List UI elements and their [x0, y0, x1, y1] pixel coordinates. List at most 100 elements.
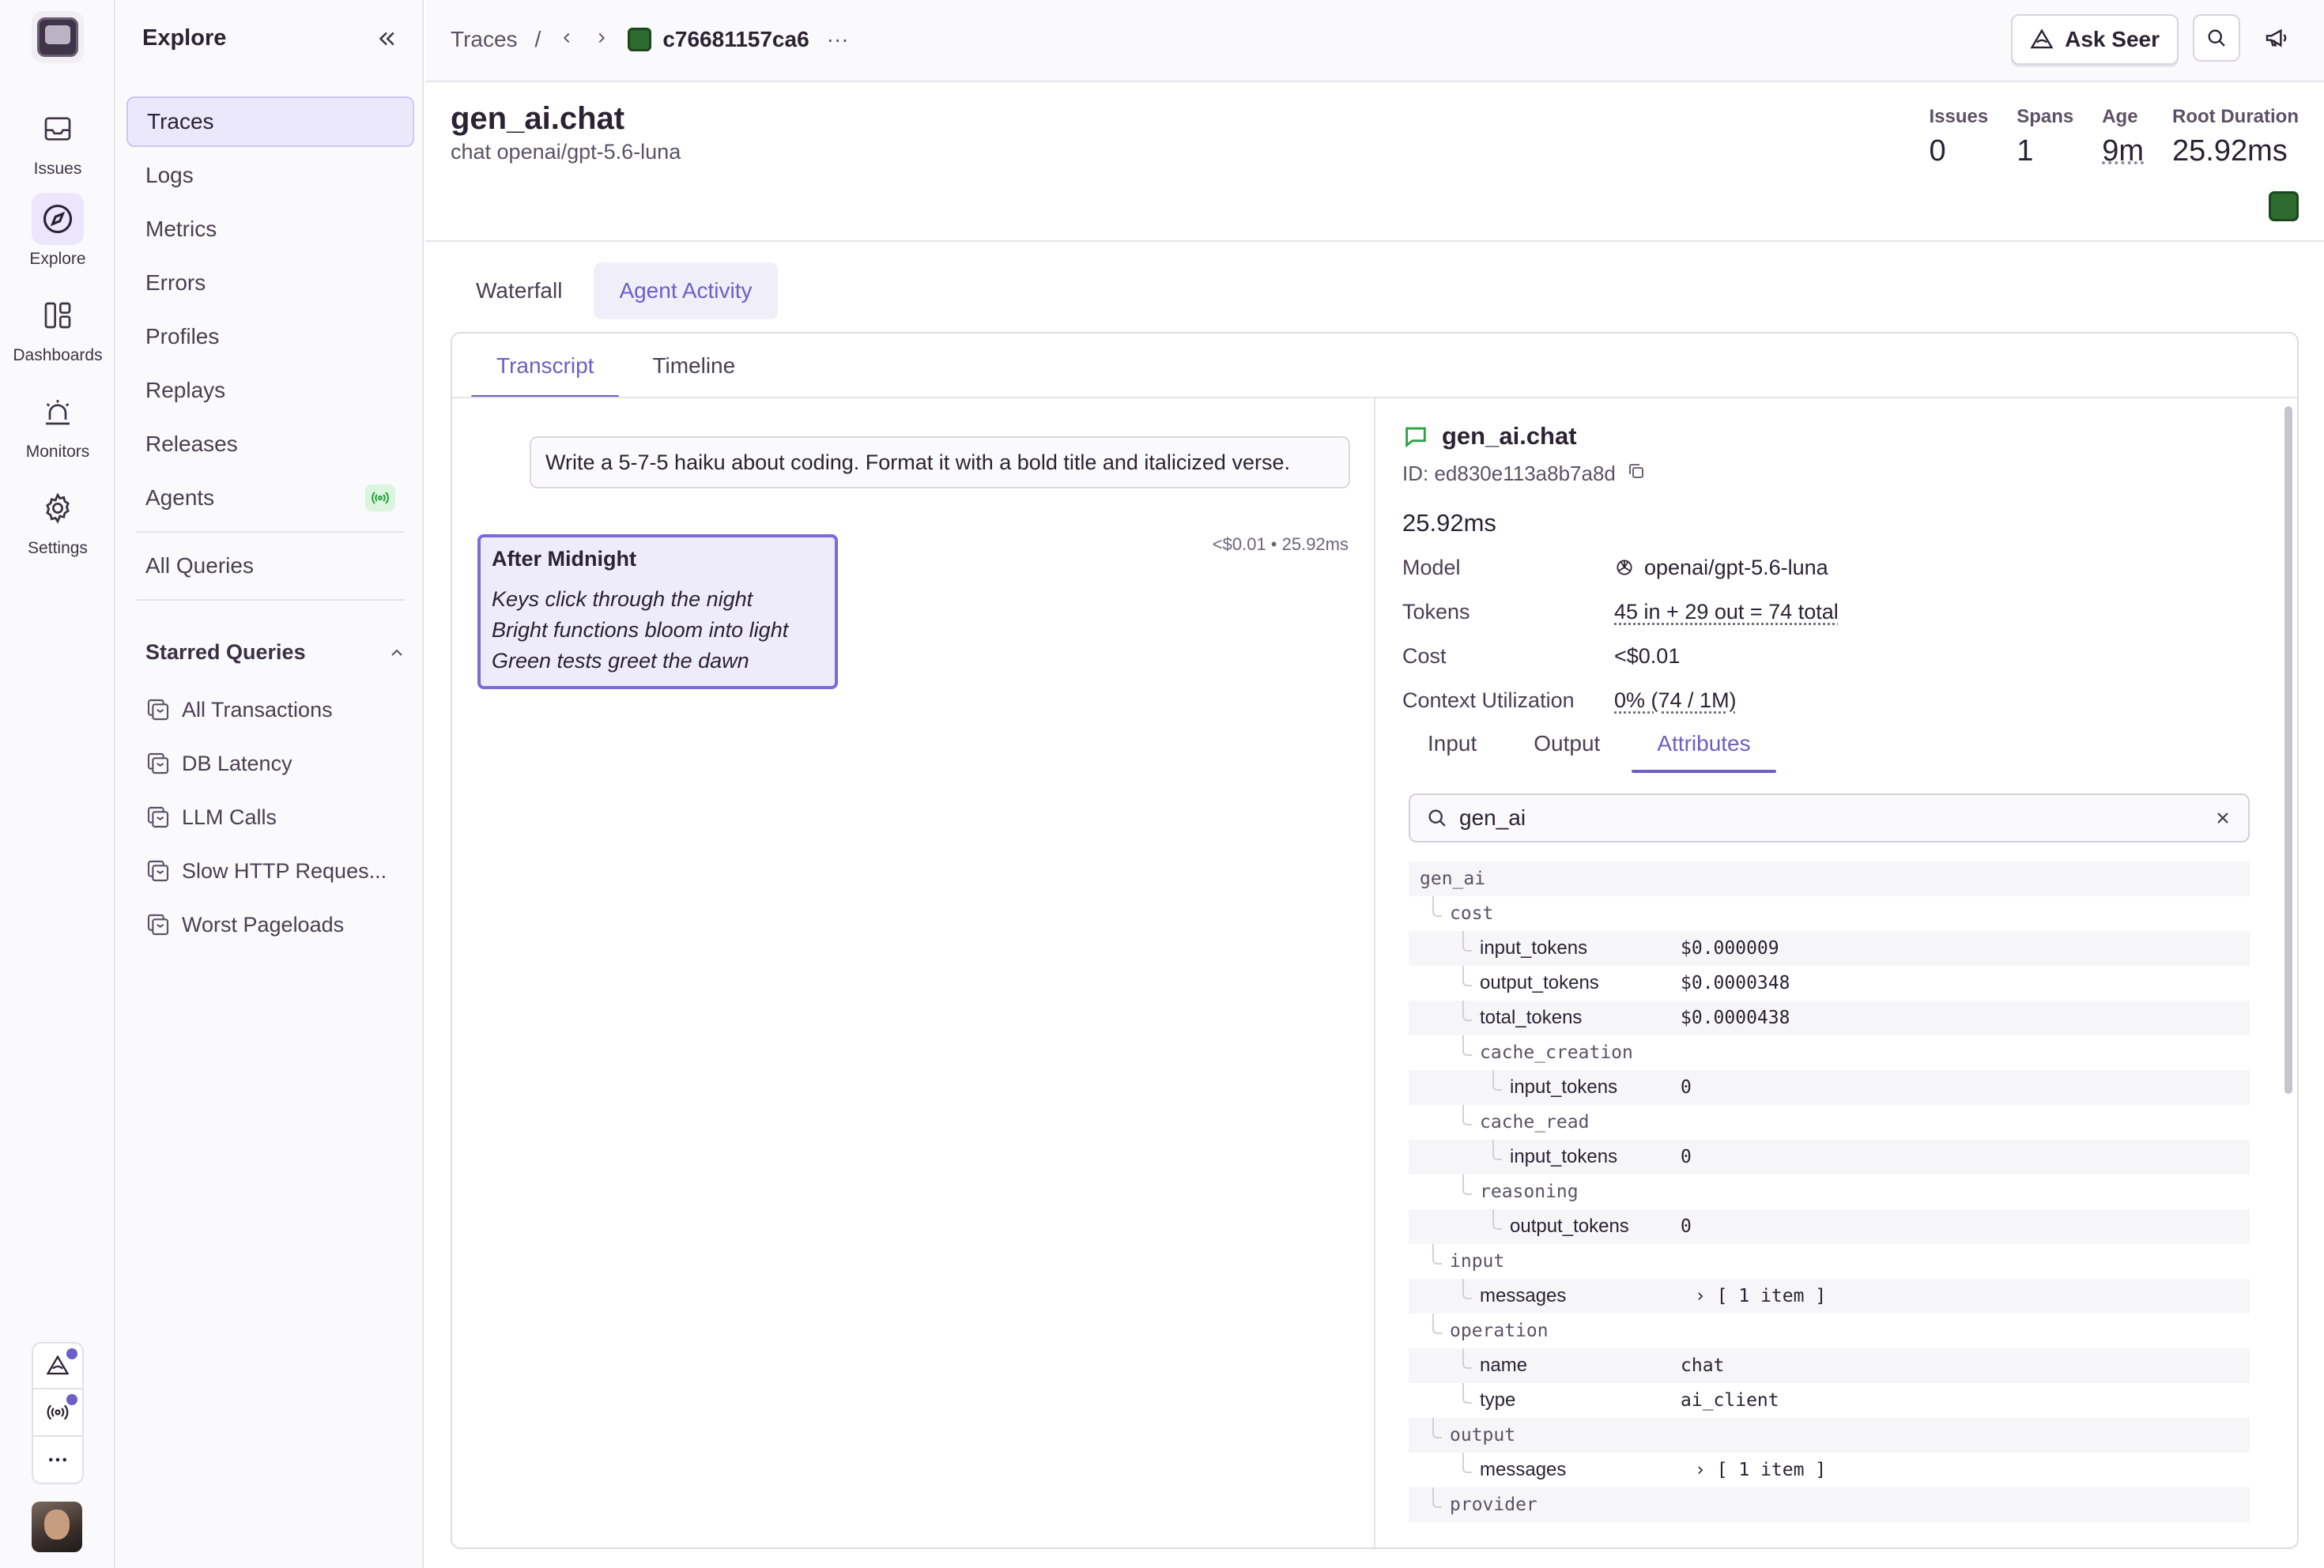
- rail-item-explore[interactable]: Explore: [0, 193, 115, 269]
- rail-item-settings[interactable]: Settings: [0, 482, 115, 558]
- project-icon[interactable]: [2269, 191, 2299, 221]
- tab-waterfall[interactable]: Waterfall: [451, 262, 587, 319]
- starred-query-item[interactable]: DB Latency: [145, 737, 414, 790]
- seer-button[interactable]: [32, 1342, 84, 1389]
- assistant-message[interactable]: After Midnight Keys click through the ni…: [477, 534, 838, 689]
- span-details-pane: gen_ai.chat ID: ed830e113a8b7a8d 25.92ms…: [1377, 398, 2297, 1547]
- tab-output[interactable]: Output: [1508, 714, 1625, 773]
- attribute-value: ai_client: [1681, 1390, 1779, 1411]
- summary-value[interactable]: 45 in + 29 out = 74 total: [1614, 600, 1839, 624]
- attribute-row: output_tokens $0.0000348: [1409, 966, 2250, 1001]
- rail-item-monitors[interactable]: Monitors: [0, 386, 115, 462]
- rail-label: Issues: [33, 160, 82, 178]
- sidebar-item-label: Traces: [147, 109, 214, 134]
- user-avatar[interactable]: [32, 1502, 82, 1552]
- summary-key: Cost: [1402, 643, 1447, 668]
- tab-timeline[interactable]: Timeline: [627, 334, 760, 398]
- tab-input[interactable]: Input: [1402, 714, 1502, 773]
- attribute-value[interactable]: › [ 1 item ]: [1695, 1286, 1826, 1306]
- sidebar-divider: [136, 531, 405, 533]
- sidebar-item-profiles[interactable]: Profiles: [126, 311, 414, 362]
- collapse-sidebar-button[interactable]: [375, 27, 398, 55]
- attribute-group-row: cost: [1409, 896, 2250, 931]
- broadcast-icon: [47, 1404, 69, 1420]
- tab-transcript[interactable]: Transcript: [471, 334, 620, 398]
- attribute-row[interactable]: messages › [ 1 item ]: [1409, 1279, 2250, 1314]
- details-scrollbar[interactable]: [2284, 406, 2292, 1094]
- trace-stats: Issues 0 Spans 1 Age 9m Root Duration 25.92m…: [1929, 106, 2299, 168]
- rail-label: Explore: [29, 250, 86, 268]
- attribute-value: chat: [1681, 1355, 1725, 1376]
- attribute-group-row: gen_ai: [1409, 861, 2250, 896]
- copy-id-button[interactable]: [1627, 462, 1646, 486]
- more-actions-button[interactable]: ···: [827, 27, 849, 52]
- breadcrumb-traces-link[interactable]: Traces: [451, 27, 518, 52]
- attribute-name: output: [1450, 1425, 1516, 1446]
- header-divider: [425, 240, 2324, 242]
- attribute-group-row: provider: [1409, 1487, 2250, 1522]
- tree-guide-line: [1462, 1348, 1472, 1369]
- search-button[interactable]: [2193, 14, 2240, 62]
- notification-dot: [66, 1348, 77, 1359]
- broadcasts-button[interactable]: [2253, 14, 2300, 62]
- sidebar-item-traces[interactable]: Traces: [126, 96, 414, 147]
- attribute-name: messages: [1480, 1459, 1567, 1480]
- summary-value[interactable]: 0% (74 / 1M): [1614, 688, 1737, 713]
- attribute-name: cache_creation: [1480, 1042, 1633, 1063]
- attribute-row: type ai_client: [1409, 1383, 2250, 1418]
- sidebar-item-metrics[interactable]: Metrics: [126, 204, 414, 254]
- sidebar-item-replays[interactable]: Replays: [126, 365, 414, 416]
- seer-eye-icon: [2030, 28, 2054, 49]
- starred-query-item[interactable]: Worst Pageloads: [145, 898, 414, 952]
- broadcast-button[interactable]: [32, 1389, 84, 1437]
- chat-bubble-icon: [1405, 427, 1426, 448]
- starred-queries-list: All Transactions DB Latency LLM Calls Sl…: [145, 683, 414, 952]
- sidebar-item-label: Releases: [145, 432, 238, 456]
- copy-icon: [1628, 464, 1643, 478]
- tree-guide-line: [1462, 1453, 1472, 1473]
- attribute-name: cache_read: [1480, 1112, 1590, 1133]
- seer-eye-icon: [46, 1355, 70, 1375]
- ellipsis-icon: [49, 1457, 66, 1462]
- sidebar-item-errors[interactable]: Errors: [126, 258, 414, 308]
- attribute-name: cost: [1450, 903, 1494, 924]
- attribute-row: input_tokens $0.000009: [1409, 931, 2250, 966]
- live-badge: [365, 484, 395, 511]
- ask-seer-button[interactable]: Ask Seer: [2011, 14, 2179, 65]
- attribute-row: total_tokens $0.0000438: [1409, 1001, 2250, 1035]
- attribute-value[interactable]: › [ 1 item ]: [1695, 1460, 1826, 1480]
- sidebar-nav: Traces Logs Metrics Errors Profiles Repl…: [126, 96, 414, 609]
- tab-agent-activity[interactable]: Agent Activity: [594, 262, 778, 319]
- summary-row-tokens: Tokens 45 in + 29 out = 74 total: [1402, 590, 2272, 634]
- sidebar-item-logs[interactable]: Logs: [126, 150, 414, 201]
- sidebar-item-all-queries[interactable]: All Queries: [126, 541, 414, 591]
- starred-query-item[interactable]: All Transactions: [145, 683, 414, 737]
- span-summary: Model openai/gpt-5.6-luna Tokens 45 in +…: [1402, 545, 2272, 722]
- ask-seer-label: Ask Seer: [2065, 27, 2160, 51]
- close-icon[interactable]: [2213, 808, 2232, 827]
- rail-item-issues[interactable]: Issues: [0, 103, 115, 179]
- trace-header: gen_ai.chat chat openai/gpt-5.6-luna: [451, 101, 681, 164]
- compass-icon: [32, 193, 84, 245]
- attribute-name: total_tokens: [1480, 1007, 1583, 1028]
- starred-queries-header[interactable]: Starred Queries: [145, 640, 406, 665]
- next-trace-button[interactable]: [593, 27, 610, 52]
- org-logo-button[interactable]: [32, 11, 84, 63]
- saved-query-icon: [147, 914, 169, 936]
- sidebar-item-releases[interactable]: Releases: [126, 419, 414, 469]
- prev-trace-button[interactable]: [558, 27, 575, 52]
- main-content: Traces / c76681157ca6 ··· Ask Seer gen_a…: [425, 0, 2324, 1568]
- summary-value: <$0.01: [1614, 643, 1681, 668]
- attribute-row[interactable]: messages › [ 1 item ]: [1409, 1453, 2250, 1487]
- rail-item-dashboards[interactable]: Dashboards: [0, 289, 115, 365]
- starred-query-item[interactable]: Slow HTTP Reques...: [145, 844, 414, 898]
- tab-attributes[interactable]: Attributes: [1632, 714, 1776, 773]
- attribute-name: input_tokens: [1480, 937, 1588, 959]
- attribute-search-input[interactable]: [1459, 805, 2202, 831]
- stat-label: Age: [2102, 106, 2138, 127]
- starred-query-item[interactable]: LLM Calls: [145, 790, 414, 844]
- more-button[interactable]: [32, 1437, 84, 1484]
- sidebar-item-agents[interactable]: Agents: [126, 473, 414, 523]
- span-title: gen_ai.chat: [1402, 422, 1577, 450]
- search-icon: [2208, 29, 2225, 47]
